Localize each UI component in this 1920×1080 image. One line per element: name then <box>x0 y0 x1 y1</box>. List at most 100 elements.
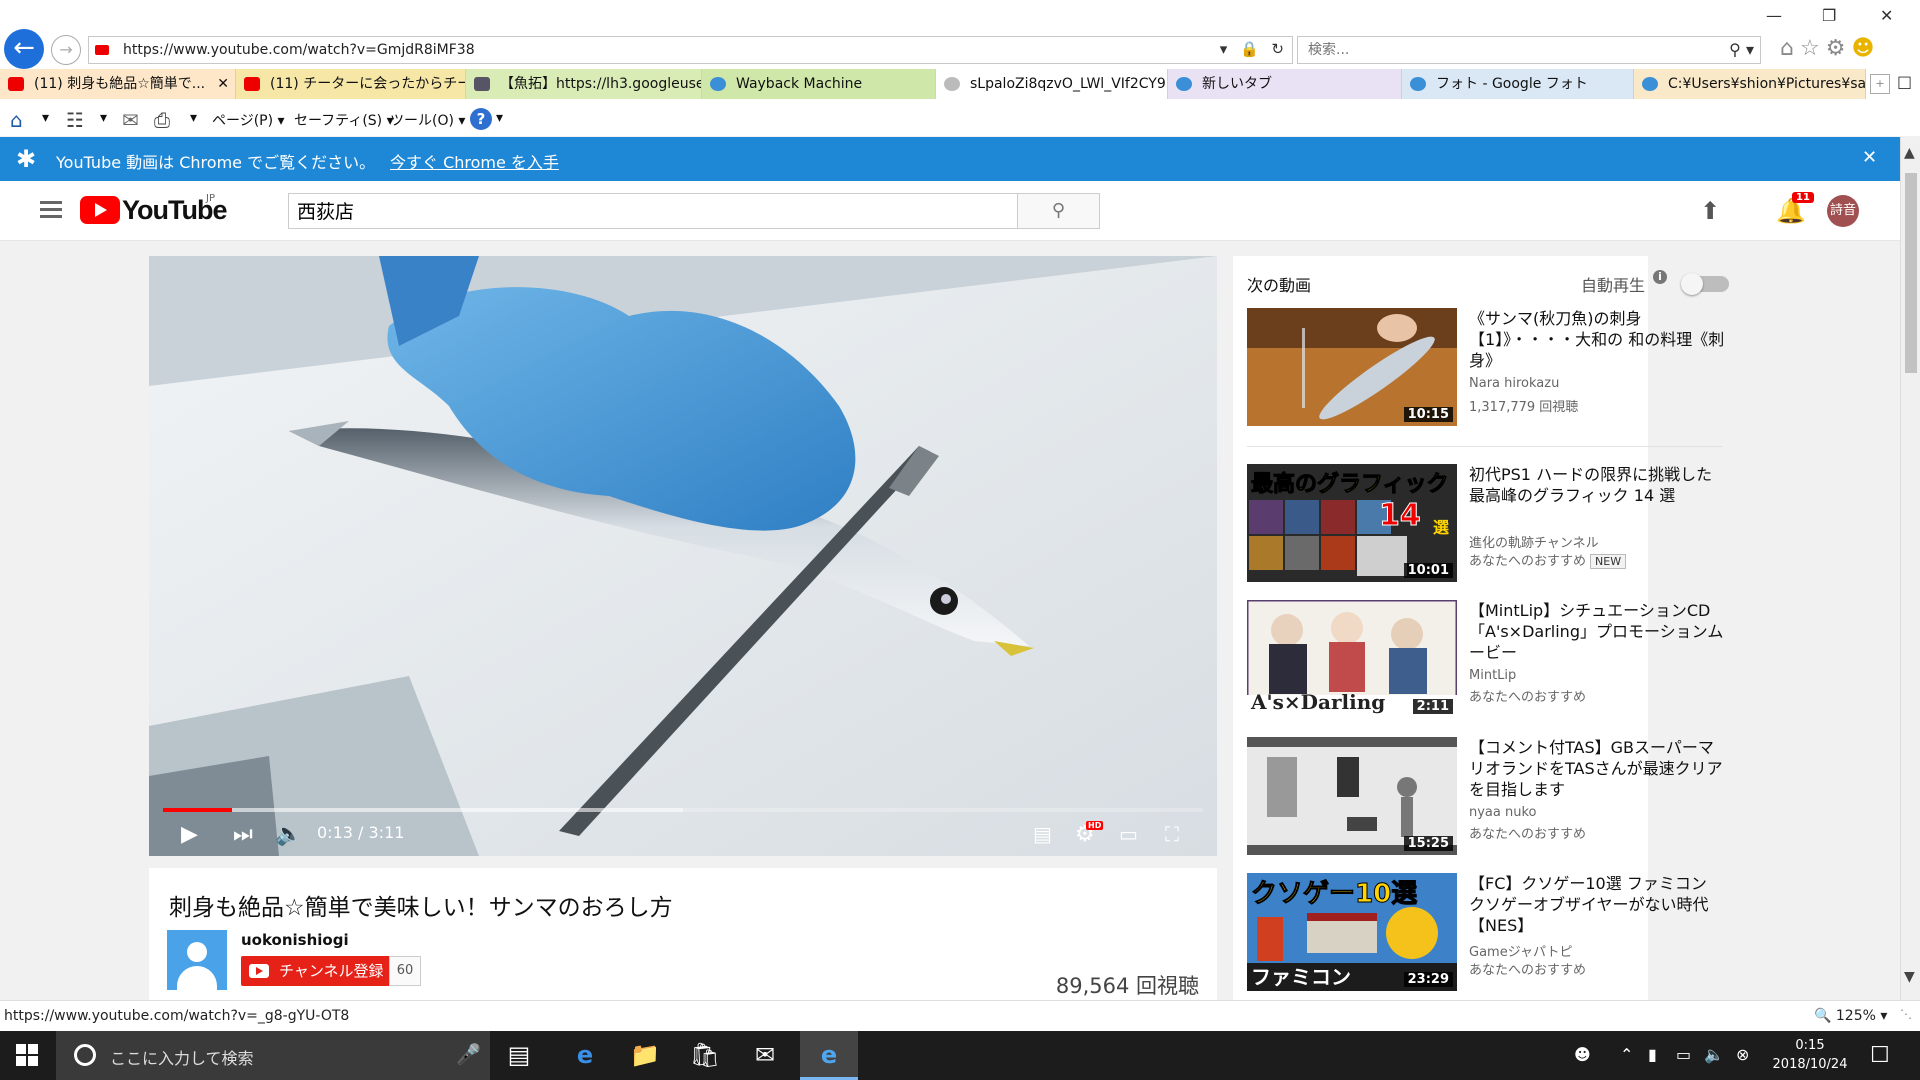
tools-menu[interactable]: ツール(O) ▾ <box>390 110 465 130</box>
subscribe-button[interactable]: チャンネル登録 <box>241 956 389 986</box>
people-icon[interactable]: ☻ <box>1574 1045 1591 1064</box>
video-thumbnail[interactable]: クソゲー10選 ファミコン 23:29 <box>1247 873 1457 991</box>
recommended-video[interactable]: クソゲー10選 ファミコン 23:29 【FC】クソゲー10選 ファミコン クソ… <box>1247 873 1727 991</box>
address-tools[interactable]: ▾ 🔒 ↻ <box>1220 40 1288 58</box>
video-thumbnail[interactable]: 最高のグラフィック 14 選 10:01 <box>1247 464 1457 582</box>
tab-active[interactable]: (11) 刺身も絶品☆簡単で... ✕ <box>0 69 236 99</box>
upload-icon[interactable]: ⬆ <box>1700 197 1720 225</box>
notification-center-icon[interactable]: ☐ <box>1870 1043 1890 1068</box>
scrollbar-thumb[interactable] <box>1905 173 1917 373</box>
forward-button[interactable]: → <box>51 35 81 65</box>
progress-bar[interactable] <box>163 808 1203 812</box>
youtube-logo-icon[interactable] <box>80 196 120 224</box>
mail-icon[interactable]: ✉ <box>736 1031 794 1080</box>
video-frame[interactable] <box>149 256 1217 856</box>
play-icon[interactable]: ▶ <box>181 822 198 847</box>
print-icon[interactable]: ⎙ <box>154 108 170 132</box>
theater-mode-icon[interactable]: ▭ <box>1119 822 1138 846</box>
recommended-video[interactable]: 15:25 【コメント付TAS】GBスーパーマリオランドをTASさんが最速クリア… <box>1247 737 1727 855</box>
browser-search-input[interactable] <box>1308 42 1708 58</box>
volume-icon[interactable]: 🔈 <box>275 822 302 847</box>
scroll-down-icon[interactable]: ▼ <box>1904 969 1915 985</box>
close-icon[interactable]: ✕ <box>1862 147 1877 168</box>
browser-search-box[interactable]: ⚲ ▾ <box>1297 36 1761 64</box>
home-icon[interactable]: ⌂ <box>10 108 23 132</box>
minimize-icon[interactable]: — <box>1766 6 1782 25</box>
search-icon[interactable]: ⚲ ▾ <box>1729 40 1754 59</box>
video-thumbnail[interactable]: 10:15 <box>1247 308 1457 426</box>
youtube-search-box[interactable] <box>288 193 1018 229</box>
recommended-title[interactable]: 【FC】クソゲー10選 ファミコン クソゲーオブザイヤーがない時代【NES】 <box>1469 873 1725 936</box>
home-icon[interactable]: ⌂ <box>1780 36 1800 61</box>
recommended-video[interactable]: 最高のグラフィック 14 選 10:01 初代PS1 ハードの限界に挑戦した最高… <box>1247 464 1727 582</box>
back-button[interactable]: ← <box>4 29 44 69</box>
zoom-level[interactable]: 🔍 125% ▾ <box>1814 1008 1887 1024</box>
network-icon[interactable]: ▭ <box>1676 1045 1691 1064</box>
youtube-search-input[interactable] <box>297 199 997 221</box>
video-thumbnail[interactable]: 15:25 <box>1247 737 1457 855</box>
info-icon[interactable]: i <box>1653 270 1667 284</box>
new-tab-button[interactable]: + <box>1870 74 1890 94</box>
tab[interactable]: (11) チーターに会ったからチート... <box>236 69 466 99</box>
page-scrollbar[interactable]: ▲ ▼ <box>1900 137 1920 1000</box>
tab-close-icon[interactable]: ✕ <box>217 69 229 99</box>
browser-right-icons[interactable]: ⌂☆⚙☻ <box>1780 36 1880 61</box>
volume-icon[interactable]: 🔈 <box>1704 1045 1724 1064</box>
video-thumbnail[interactable]: A's×Darling 2:11 <box>1247 600 1457 718</box>
recommended-title[interactable]: 【MintLip】シチュエーションCD「A's×Darling」プロモーションム… <box>1469 600 1725 663</box>
store-icon[interactable]: 🛍 <box>676 1031 734 1080</box>
close-window-icon[interactable]: ✕ <box>1880 6 1893 25</box>
recommended-video[interactable]: 10:15 《サンマ(秋刀魚)の刺身【1】》・・・・大和の 和の料理《刺身》 N… <box>1247 308 1727 426</box>
edge-icon[interactable]: e <box>556 1031 614 1080</box>
microphone-icon[interactable]: 🎤 <box>456 1042 481 1066</box>
file-explorer-icon[interactable]: 📁 <box>616 1031 674 1080</box>
resize-grip-icon[interactable]: ⋱ <box>1900 1007 1912 1021</box>
rss-feed-icon[interactable]: ☷ <box>66 108 84 132</box>
recommended-title[interactable]: 《サンマ(秋刀魚)の刺身【1】》・・・・大和の 和の料理《刺身》 <box>1469 308 1725 371</box>
battery-icon[interactable]: ▮ <box>1648 1045 1657 1064</box>
autoplay-toggle[interactable] <box>1681 273 1729 295</box>
address-bar[interactable]: https://www.youtube.com/watch?v=GmjdR8iM… <box>88 36 1293 64</box>
help-icon[interactable]: ? <box>470 108 492 130</box>
user-avatar[interactable]: 詩音 <box>1827 195 1859 227</box>
address-text[interactable]: https://www.youtube.com/watch?v=GmjdR8iM… <box>123 42 475 58</box>
windows-start-icon[interactable] <box>16 1044 38 1066</box>
maximize-icon[interactable]: ❐ <box>1822 6 1836 25</box>
fullscreen-icon[interactable]: ⛶ <box>1165 822 1179 846</box>
video-player[interactable]: ▶ ⏭ 🔈 0:13 / 3:11 ▤ ⚙ HD ▭ ⛶ <box>149 256 1217 856</box>
favorites-star-icon[interactable]: ☆ <box>1800 36 1826 61</box>
channel-avatar[interactable] <box>167 930 227 990</box>
youtube-search-button[interactable]: ⚲ <box>1018 193 1100 229</box>
tab[interactable]: C:¥Users¥shion¥Pictures¥san... <box>1634 69 1866 99</box>
menu-icon[interactable] <box>40 201 62 222</box>
recommended-title[interactable]: 【コメント付TAS】GBスーパーマリオランドをTASさんが最速クリアを目指します <box>1469 737 1725 800</box>
settings-gear-icon[interactable]: ⚙ <box>1826 36 1852 61</box>
get-chrome-link[interactable]: 今すぐ Chrome を入手 <box>390 149 559 173</box>
tab[interactable]: フォト - Google フォト <box>1402 69 1634 99</box>
chevron-down-icon[interactable]: ▾ <box>42 110 49 126</box>
tab[interactable]: Wayback Machine <box>702 69 936 99</box>
chevron-down-icon[interactable]: ▾ <box>190 110 197 126</box>
tab[interactable]: 新しいタブ <box>1168 69 1402 99</box>
page-menu[interactable]: ページ(P) ▾ <box>212 110 285 130</box>
taskbar-search[interactable]: ここに入力して検索 🎤 <box>56 1031 490 1080</box>
internet-explorer-icon[interactable]: e <box>800 1031 858 1080</box>
chevron-down-icon[interactable]: ▾ <box>100 110 107 126</box>
chevron-down-icon[interactable]: ▾ <box>496 110 503 126</box>
task-view-icon[interactable]: ▤ <box>490 1031 548 1080</box>
chevron-up-icon[interactable]: ⌃ <box>1620 1045 1633 1064</box>
channel-name[interactable]: uokonishiogi <box>241 931 349 949</box>
ime-off-icon[interactable]: ⊗ <box>1736 1045 1749 1064</box>
scroll-up-icon[interactable]: ▲ <box>1904 145 1915 161</box>
tab[interactable]: sLpaloZi8qzvO_LWl_VIf2CY9... <box>936 69 1168 99</box>
safety-menu[interactable]: セーフティ(S) ▾ <box>294 110 394 130</box>
smiley-icon[interactable]: ☻ <box>1851 36 1880 61</box>
recommended-video[interactable]: A's×Darling 2:11 【MintLip】シチュエーションCD「A's… <box>1247 600 1727 718</box>
recommended-title[interactable]: 初代PS1 ハードの限界に挑戦した最高峰のグラフィック 14 選 <box>1469 464 1725 506</box>
subtitles-icon[interactable]: ▤ <box>1033 822 1052 846</box>
read-mail-icon[interactable]: ✉ <box>122 108 139 132</box>
tab-list-icon[interactable]: □ <box>1897 72 1912 91</box>
tab[interactable]: 【魚拓】https://lh3.googleuse... <box>466 69 702 99</box>
taskbar-clock[interactable]: 0:15 2018/10/24 <box>1770 1036 1850 1074</box>
next-video-icon[interactable]: ⏭ <box>233 822 253 847</box>
